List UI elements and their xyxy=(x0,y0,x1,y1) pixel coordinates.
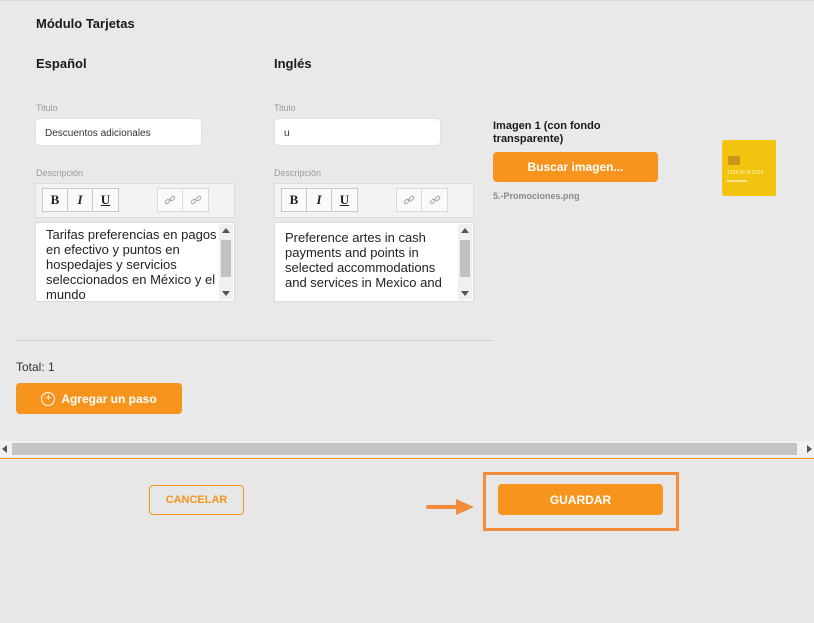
format-group: B I U xyxy=(281,188,358,212)
english-description-editor[interactable]: Preference artes in cash payments and po… xyxy=(274,222,474,302)
english-editor-toolbar: B I U xyxy=(274,183,474,218)
module-form-panel: Módulo Tarjetas Español Titulo Descuento… xyxy=(0,0,814,458)
save-button[interactable]: GUARDAR xyxy=(498,484,663,515)
steps-total: Total: 1 xyxy=(16,360,55,374)
link-icon[interactable] xyxy=(158,189,183,211)
scroll-right-icon[interactable] xyxy=(807,445,812,453)
scroll-thumb[interactable] xyxy=(221,240,231,277)
bold-button[interactable]: B xyxy=(282,189,307,211)
spanish-editor-toolbar: B I U xyxy=(35,183,235,218)
english-heading: Inglés xyxy=(274,56,312,71)
english-description-text: Preference artes in cash payments and po… xyxy=(285,230,442,290)
format-group: B I U xyxy=(42,188,119,212)
scroll-up-icon[interactable] xyxy=(461,228,469,233)
image-label: Imagen 1 (con fondo transparente) xyxy=(493,120,601,145)
italic-button[interactable]: I xyxy=(307,189,332,211)
link-icon[interactable] xyxy=(397,189,422,211)
plus-circle-icon: + xyxy=(41,391,56,406)
scroll-down-icon[interactable] xyxy=(222,291,230,296)
scroll-thumb[interactable] xyxy=(460,240,470,277)
english-description-scrollbar[interactable] xyxy=(458,224,472,300)
spanish-heading: Español xyxy=(36,56,87,71)
card-chip-icon xyxy=(728,156,740,165)
spanish-description-text: Tarifas preferencias en pagos en efectiv… xyxy=(46,227,217,301)
add-step-button[interactable]: + Agregar un paso xyxy=(16,383,182,414)
underline-button[interactable]: U xyxy=(93,189,118,211)
english-title-input[interactable]: u xyxy=(274,118,441,146)
italic-button[interactable]: I xyxy=(68,189,93,211)
card-image-preview: 1234 5678 9123 xyxy=(722,140,776,196)
english-description-label: Descripción xyxy=(274,168,322,178)
spanish-description-scrollbar[interactable] xyxy=(219,224,233,300)
search-image-button[interactable]: Buscar imagen... xyxy=(493,152,658,182)
spanish-description-editor[interactable]: Tarifas preferencias en pagos en efectiv… xyxy=(35,222,235,302)
scroll-up-icon[interactable] xyxy=(222,228,230,233)
spanish-title-label: Titulo xyxy=(36,103,58,113)
add-step-label: Agregar un paso xyxy=(61,391,157,406)
horizontal-scrollbar[interactable] xyxy=(0,441,814,457)
english-title-label: Titulo xyxy=(274,103,296,113)
scroll-left-icon[interactable] xyxy=(2,445,7,453)
unlink-icon[interactable] xyxy=(183,189,208,211)
link-group xyxy=(157,188,209,212)
spanish-title-input[interactable]: Descuentos adicionales xyxy=(35,118,202,146)
scroll-down-icon[interactable] xyxy=(461,291,469,296)
section-divider xyxy=(16,340,493,341)
footer-separator xyxy=(0,458,814,459)
unlink-icon[interactable] xyxy=(422,189,447,211)
card-number: 1234 5678 9123 xyxy=(727,170,764,176)
bold-button[interactable]: B xyxy=(43,189,68,211)
image-file-name: 5.-Promociones.png xyxy=(493,191,580,201)
card-stripe xyxy=(727,180,747,182)
horizontal-scroll-thumb[interactable] xyxy=(12,443,797,455)
cancel-button[interactable]: CANCELAR xyxy=(149,485,244,515)
module-title: Módulo Tarjetas xyxy=(36,16,135,31)
link-group xyxy=(396,188,448,212)
spanish-description-label: Descripción xyxy=(36,168,84,178)
underline-button[interactable]: U xyxy=(332,189,357,211)
arrow-right-icon xyxy=(426,499,474,515)
